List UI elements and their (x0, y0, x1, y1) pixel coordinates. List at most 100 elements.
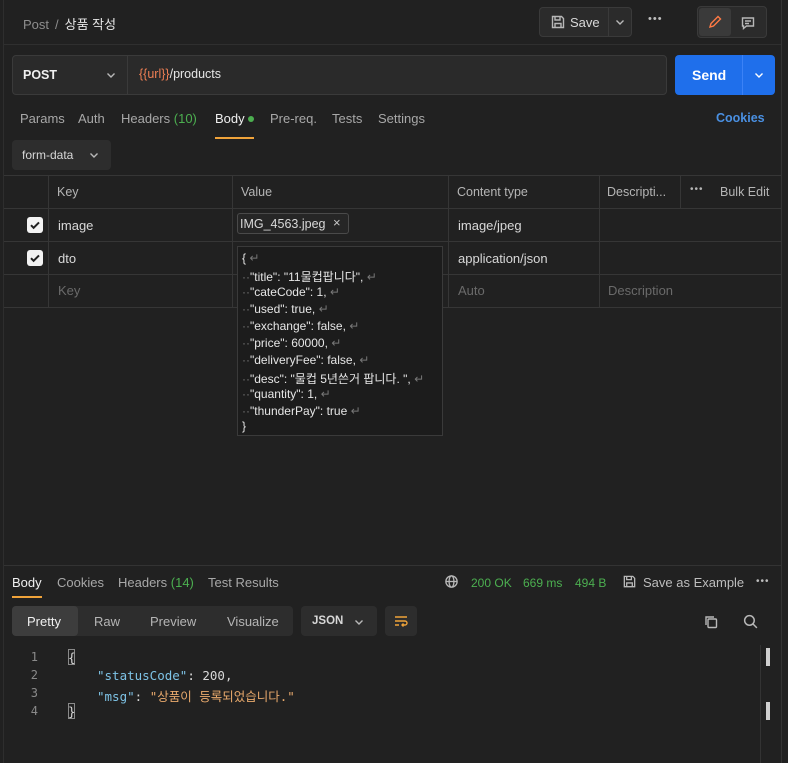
new-content-type-input[interactable]: Auto (458, 283, 485, 298)
method-select[interactable]: POST (12, 55, 128, 95)
url-input[interactable]: {{url}}/products (139, 67, 221, 81)
response-headers-count: (14) (170, 575, 194, 590)
line-number: 4 (30, 704, 38, 718)
column-header-value: Value (241, 185, 273, 199)
chevron-down-icon[interactable] (614, 16, 626, 28)
tab-tests[interactable]: Tests (332, 111, 362, 126)
wrap-lines-button[interactable] (385, 606, 417, 636)
view-visualize[interactable]: Visualize (227, 614, 279, 629)
scrollbar-marker[interactable] (766, 702, 770, 720)
column-header-description: Descripti... (607, 185, 667, 199)
save-label: Save (570, 15, 600, 30)
breadcrumb-separator: / (55, 17, 59, 32)
response-tab-body[interactable]: Body (12, 575, 42, 590)
row-key-image[interactable]: image (58, 218, 93, 233)
line-number: 2 (30, 668, 38, 682)
response-tab-test-results[interactable]: Test Results (208, 575, 279, 590)
column-header-key: Key (57, 185, 79, 199)
table-header-border (4, 208, 781, 209)
tab-settings[interactable]: Settings (378, 111, 425, 126)
file-chip[interactable]: IMG_4563.jpeg × (237, 213, 349, 234)
column-header-content-type: Content type (457, 185, 528, 199)
scrollbar-marker[interactable] (766, 648, 770, 666)
remove-file-icon[interactable]: × (333, 215, 341, 230)
column-divider (599, 175, 600, 307)
view-raw[interactable]: Raw (94, 614, 120, 629)
bulk-edit-button[interactable]: Bulk Edit (720, 185, 769, 199)
left-border (3, 0, 4, 763)
new-description-input[interactable]: Description (608, 283, 673, 298)
scrollbar-track (760, 645, 761, 763)
json-line: "quantity": 1, (250, 387, 318, 401)
view-preview[interactable]: Preview (150, 614, 196, 629)
cookies-link[interactable]: Cookies (716, 111, 765, 125)
json-line: "used": true, (250, 302, 316, 316)
tab-params[interactable]: Params (20, 111, 65, 126)
code-line-3: "msg": "상품이 등록되었습니다." (97, 689, 295, 704)
save-button[interactable]: Save (540, 8, 608, 36)
column-options-icon[interactable]: ••• (690, 184, 704, 195)
response-tab-underline (12, 596, 42, 598)
row-checkbox-dto[interactable] (27, 250, 43, 266)
view-pretty[interactable]: Pretty (27, 614, 61, 629)
send-split (742, 55, 743, 95)
json-line: "exchange": false, (250, 319, 346, 333)
code-line-1: { (68, 650, 76, 665)
code-line-4: } (68, 704, 76, 719)
copy-icon[interactable] (703, 614, 719, 630)
right-border (781, 0, 782, 763)
url-variable: {{url}} (139, 67, 170, 81)
send-button[interactable]: Send (692, 67, 726, 83)
response-time[interactable]: 669 ms (523, 576, 562, 590)
breadcrumb-parent[interactable]: Post (23, 17, 49, 32)
row-content-type-dto[interactable]: application/json (458, 251, 548, 266)
view-toggle (697, 6, 767, 38)
json-value: "상품이 등록되었습니다." (149, 689, 295, 704)
response-tab-cookies[interactable]: Cookies (57, 575, 104, 590)
line-number: 1 (30, 650, 38, 664)
json-line: "cateCode": 1, (250, 285, 327, 299)
comment-icon[interactable] (740, 15, 756, 31)
request-name[interactable]: 상품 작성 (65, 17, 116, 32)
body-type-select[interactable]: form-data (12, 140, 111, 170)
more-options-icon[interactable]: ••• (756, 576, 770, 587)
column-divider (232, 175, 233, 307)
tab-headers[interactable]: Headers (10) (121, 111, 197, 126)
chevron-down-icon[interactable] (753, 69, 765, 81)
column-divider (680, 175, 681, 208)
json-line: "desc": "물컵 5년쓴거 팝니다. ", (250, 372, 411, 386)
save-icon (623, 575, 636, 588)
row-content-type-image[interactable]: image/jpeg (458, 218, 522, 233)
format-label: JSON (312, 615, 344, 627)
row-key-dto[interactable]: dto (58, 251, 76, 266)
json-key: "statusCode" (97, 668, 188, 683)
response-status[interactable]: 200 OK (471, 576, 512, 590)
wrap-icon (395, 616, 408, 627)
json-key: "msg" (97, 689, 135, 704)
body-type-label: form-data (22, 148, 74, 162)
more-options-icon[interactable]: ••• (648, 13, 663, 25)
search-icon[interactable] (742, 613, 759, 630)
line-number: 3 (30, 686, 38, 700)
response-tab-headers[interactable]: Headers (14) (118, 575, 194, 590)
format-select[interactable]: JSON (301, 606, 377, 636)
save-as-example-button[interactable]: Save as Example (643, 575, 744, 590)
save-split (608, 8, 609, 36)
tab-body[interactable]: Body (215, 111, 245, 126)
pencil-icon (708, 15, 722, 29)
save-button-group: Save (539, 7, 632, 37)
check-icon (30, 254, 40, 263)
edit-mode-button[interactable] (699, 8, 731, 36)
body-indicator-dot (248, 116, 254, 122)
row-checkbox-image[interactable] (27, 217, 43, 233)
response-divider (4, 565, 781, 566)
dto-value-editor[interactable]: { ↵ ··"title": "11물컵팝니다", ↵ ··"cateCode"… (237, 246, 443, 436)
json-line: "thunderPay": true (250, 404, 348, 418)
file-name: IMG_4563.jpeg (240, 217, 326, 231)
headers-count: (10) (173, 111, 197, 126)
tab-prereq[interactable]: Pre-req. (270, 111, 317, 126)
globe-icon[interactable] (444, 574, 459, 589)
tab-auth[interactable]: Auth (78, 111, 105, 126)
new-key-input[interactable]: Key (58, 283, 80, 298)
response-size[interactable]: 494 B (575, 576, 606, 590)
